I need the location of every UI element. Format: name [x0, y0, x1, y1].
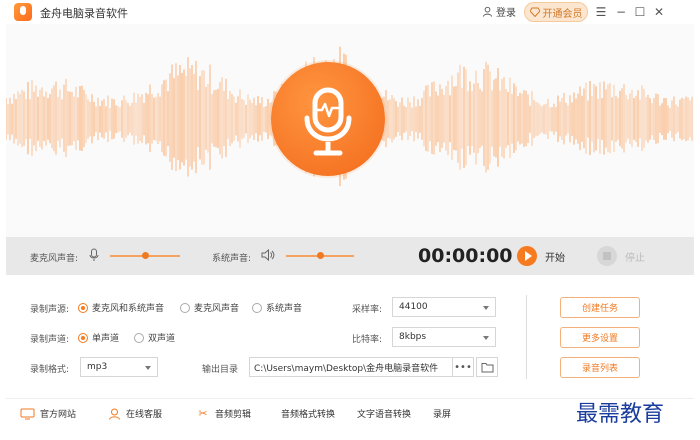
- scissors-icon: ✂: [198, 407, 208, 420]
- user-icon: [482, 6, 493, 17]
- channel-option-stereo[interactable]: 双声道: [134, 331, 175, 344]
- more-settings-button[interactable]: 更多设置: [560, 327, 640, 348]
- footer-label: 在线客服: [126, 410, 163, 420]
- waveform-area: [6, 24, 694, 237]
- stop-button[interactable]: 停止: [597, 246, 645, 266]
- footer-format-convert[interactable]: 音频格式转换: [281, 407, 335, 420]
- support-agent-icon: [109, 408, 120, 420]
- radio-selected-icon: [78, 302, 88, 313]
- radio-label: 双声道: [148, 334, 176, 344]
- footer-online-service[interactable]: 在线客服: [108, 407, 162, 420]
- microphone-small-icon: [89, 248, 99, 261]
- login-button[interactable]: 登录: [482, 4, 516, 19]
- monitor-icon: [20, 408, 35, 419]
- vip-label: 开通会员: [542, 8, 583, 20]
- format-select[interactable]: mp3: [80, 357, 158, 377]
- channel-option-mono[interactable]: 单声道: [78, 331, 119, 344]
- sample-rate-select[interactable]: 44100: [392, 297, 496, 317]
- radio-unselected-icon: [134, 332, 144, 343]
- minimize-icon[interactable]: −: [613, 3, 629, 21]
- output-path-input[interactable]: C:\Users\maym\Desktop\金舟电脑录音软件: [249, 357, 453, 377]
- title-bar: 金舟电脑录音软件 登录 开通会员 ☰ − ☐ ✕: [0, 0, 700, 24]
- folder-icon: [481, 362, 493, 372]
- bitrate-label: 比特率:: [352, 335, 383, 345]
- radio-label: 麦克风声音: [194, 304, 240, 314]
- menu-icon[interactable]: ☰: [593, 3, 609, 21]
- format-label: 录制格式:: [30, 365, 70, 375]
- control-bar: 麦克风声音: 系统声音: 00:00:00 开始 停止: [6, 237, 694, 275]
- footer-label: 官方网站: [40, 410, 77, 420]
- more-dots-label: •••: [454, 361, 472, 373]
- stop-label: 停止: [625, 252, 645, 264]
- radio-label: 单声道: [92, 334, 120, 344]
- chevron-down-icon: [483, 306, 489, 310]
- login-label: 登录: [496, 8, 516, 19]
- footer-audio-edit[interactable]: ✂ 音频剪辑: [196, 407, 251, 420]
- watermark-text: 最需教育: [576, 402, 665, 427]
- vertical-divider: [526, 295, 527, 379]
- microphone-icon: [304, 87, 352, 156]
- bitrate-select[interactable]: 8kbps: [392, 327, 496, 347]
- footer-label: 录屏: [433, 410, 452, 420]
- sample-rate-value: 44100: [399, 302, 428, 312]
- radio-label: 系统声音: [266, 304, 303, 314]
- bitrate-value: 8kbps: [399, 332, 427, 342]
- start-button[interactable]: 开始: [517, 246, 565, 266]
- chevron-down-icon: [145, 366, 151, 370]
- sample-rate-label: 采样率:: [352, 305, 383, 315]
- more-button[interactable]: •••: [452, 357, 474, 377]
- radio-unselected-icon: [252, 302, 262, 313]
- output-dir-label: 输出目录: [202, 365, 239, 375]
- mic-volume-knob[interactable]: [141, 252, 149, 259]
- footer-label: 音频格式转换: [281, 410, 336, 420]
- start-label: 开始: [545, 252, 565, 264]
- source-option-system[interactable]: 系统声音: [252, 301, 302, 314]
- record-mic-button[interactable]: [271, 62, 385, 176]
- vip-button[interactable]: 开通会员: [524, 2, 588, 22]
- footer-label: 音频剪辑: [215, 410, 252, 420]
- recording-list-button[interactable]: 录音列表: [560, 357, 640, 378]
- footer-screen-record[interactable]: 录屏: [433, 407, 451, 420]
- system-volume-knob[interactable]: [316, 252, 324, 259]
- source-option-mic[interactable]: 麦克风声音: [180, 301, 239, 314]
- chevron-down-icon: [483, 336, 489, 340]
- footer-official-site[interactable]: 官方网站: [20, 407, 76, 420]
- system-volume-label: 系统声音:: [212, 254, 252, 264]
- app-logo-icon: [14, 3, 32, 21]
- radio-unselected-icon: [180, 302, 190, 313]
- source-label: 录制声源:: [30, 305, 70, 315]
- footer-label: 文字语音转换: [357, 410, 412, 420]
- channel-label: 录制声道:: [30, 335, 70, 345]
- create-task-button[interactable]: 创建任务: [560, 297, 640, 318]
- stop-icon: [597, 246, 617, 266]
- radio-label: 麦克风和系统声音: [92, 304, 165, 314]
- open-folder-button[interactable]: [476, 357, 498, 377]
- app-title: 金舟电脑录音软件: [40, 7, 128, 20]
- source-option-mic-and-system[interactable]: 麦克风和系统声音: [78, 301, 164, 314]
- play-icon: [517, 246, 537, 266]
- diamond-icon: [529, 7, 540, 17]
- maximize-icon[interactable]: ☐: [632, 3, 648, 21]
- footer-text-to-speech[interactable]: 文字语音转换: [357, 407, 411, 420]
- speaker-icon: [261, 248, 275, 262]
- radio-selected-icon: [78, 332, 88, 343]
- recording-timer: 00:00:00: [418, 245, 513, 267]
- settings-panel: 录制声源: 麦克风和系统声音 麦克风声音 系统声音 采样率: 44100 录制声…: [6, 275, 694, 395]
- format-value: mp3: [87, 362, 108, 372]
- mic-volume-label: 麦克风声音:: [30, 254, 79, 264]
- close-icon[interactable]: ✕: [651, 3, 667, 21]
